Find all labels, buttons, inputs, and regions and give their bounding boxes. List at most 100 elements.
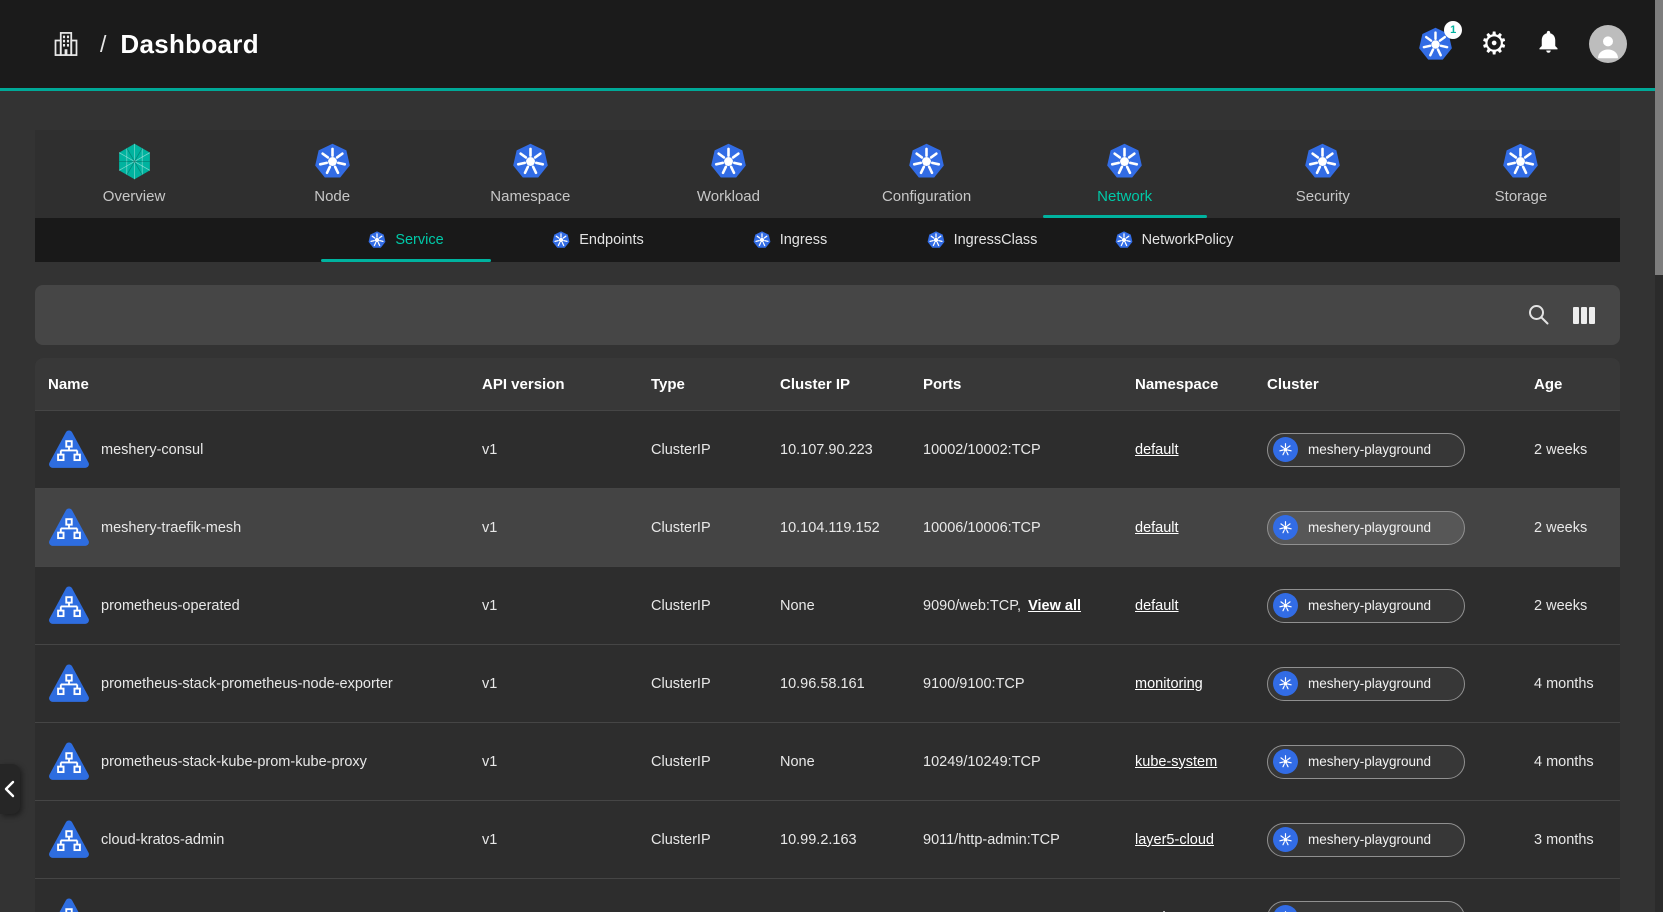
table-row[interactable]: prometheus-operated v1 ClusterIP None 90… <box>35 566 1620 644</box>
kubernetes-context-button[interactable]: 1 <box>1418 27 1453 62</box>
kubernetes-icon <box>1273 437 1298 462</box>
cluster-ip-value: 10.104.119.152 <box>780 520 923 536</box>
table-row[interactable]: prometheus-stack-prometheus-node-exporte… <box>35 644 1620 722</box>
service-icon <box>48 585 90 627</box>
view-all-link[interactable]: View all <box>1028 598 1081 614</box>
appbar: / Dashboard 1 ⚙ <box>0 0 1663 91</box>
api-version-value: v1 <box>482 520 651 536</box>
api-version-value: v1 <box>482 832 651 848</box>
type-value: ClusterIP <box>651 520 780 536</box>
column-header-namespace[interactable]: Namespace <box>1135 376 1267 393</box>
tab-node[interactable]: Node <box>233 130 431 218</box>
column-header-api-version[interactable]: API version <box>482 376 651 393</box>
resource-tabs: Overview Node Namespace Workload Configu… <box>35 130 1620 218</box>
cluster-ip-value: 10.99.2.163 <box>780 832 923 848</box>
type-value: ClusterIP <box>651 442 780 458</box>
api-version-value: v1 <box>482 442 651 458</box>
subtab-service[interactable]: Service <box>310 218 502 262</box>
cluster-name: meshery-playground <box>1308 676 1431 691</box>
ports-value: 10249/10249:TCP <box>923 754 1041 770</box>
service-name: meshery-traefik-mesh <box>101 520 241 536</box>
context-count-badge: 1 <box>1444 21 1462 39</box>
subtab-endpoints[interactable]: Endpoints <box>502 218 694 262</box>
notifications-bell-icon[interactable] <box>1535 28 1562 60</box>
kubernetes-icon <box>1304 143 1341 180</box>
cluster-ip-value: None <box>780 598 923 614</box>
api-version-value: v1 <box>482 676 651 692</box>
cluster-chip[interactable]: meshery-playground <box>1267 667 1465 701</box>
api-version-value: v1 <box>482 598 651 614</box>
tab-storage[interactable]: Storage <box>1422 130 1620 218</box>
table-row[interactable]: prometheus-stack-kube-prom-kube-proxy v1… <box>35 722 1620 800</box>
column-header-age[interactable]: Age <box>1534 376 1620 393</box>
cluster-name: meshery-playground <box>1308 442 1431 457</box>
kubernetes-icon <box>368 231 386 249</box>
tab-network[interactable]: Network <box>1026 130 1224 218</box>
tab-label: Workload <box>697 188 760 205</box>
service-name: prometheus-stack-kube-prom-kube-proxy <box>101 754 367 770</box>
cluster-chip[interactable]: meshery-playground <box>1267 823 1465 857</box>
tab-workload[interactable]: Workload <box>629 130 827 218</box>
scrollbar-thumb[interactable] <box>1655 0 1663 275</box>
kubernetes-icon <box>753 231 771 249</box>
ports-value: 9100/9100:TCP <box>923 676 1025 692</box>
tab-overview[interactable]: Overview <box>35 130 233 218</box>
view-columns-icon[interactable] <box>1571 302 1597 328</box>
cluster-chip[interactable]: meshery-playground <box>1267 511 1465 545</box>
service-icon <box>48 819 90 861</box>
table-row[interactable]: cloud-kratos-admin v1 ClusterIP 10.99.2.… <box>35 800 1620 878</box>
cluster-chip[interactable]: meshery-playground <box>1267 589 1465 623</box>
kubernetes-icon <box>1273 905 1298 912</box>
table-row[interactable]: meshery meshery-playground <box>35 878 1620 912</box>
table-row[interactable]: meshery-traefik-mesh v1 ClusterIP 10.104… <box>35 488 1620 566</box>
table-header-row: Name API version Type Cluster IP Ports N… <box>35 358 1620 410</box>
namespace-link[interactable]: monitoring <box>1135 676 1203 692</box>
breadcrumb-separator: / <box>100 31 106 58</box>
column-header-name[interactable]: Name <box>48 376 482 393</box>
organization-building-icon[interactable] <box>52 28 80 60</box>
age-value: 3 months <box>1534 832 1620 848</box>
namespace-link[interactable]: default <box>1135 520 1179 536</box>
kubernetes-icon <box>1106 143 1143 180</box>
namespace-link[interactable]: default <box>1135 598 1179 614</box>
cluster-chip[interactable]: meshery-playground <box>1267 745 1465 779</box>
subtab-ingressclass[interactable]: IngressClass <box>886 218 1078 262</box>
table-toolbar <box>35 285 1620 345</box>
user-avatar[interactable] <box>1589 25 1627 63</box>
subtab-networkpolicy[interactable]: NetworkPolicy <box>1078 218 1270 262</box>
age-value: 4 months <box>1534 754 1620 770</box>
cluster-chip[interactable]: meshery-playground <box>1267 433 1465 467</box>
drawer-collapse-toggle[interactable] <box>0 764 20 814</box>
kubernetes-icon <box>908 143 945 180</box>
tab-label: Namespace <box>490 188 570 205</box>
cluster-chip[interactable]: meshery-playground <box>1267 901 1465 912</box>
column-header-cluster[interactable]: Cluster <box>1267 376 1534 393</box>
service-name: prometheus-operated <box>101 598 240 614</box>
service-name: prometheus-stack-prometheus-node-exporte… <box>101 676 393 692</box>
table-row[interactable]: meshery-consul v1 ClusterIP 10.107.90.22… <box>35 410 1620 488</box>
kubernetes-icon <box>552 231 570 249</box>
network-subtabs: Service Endpoints Ingress IngressClass N… <box>35 218 1620 262</box>
cluster-ip-value: 10.107.90.223 <box>780 442 923 458</box>
ports-value: 10006/10006:TCP <box>923 520 1041 536</box>
cluster-ip-value: 10.96.58.161 <box>780 676 923 692</box>
tab-security[interactable]: Security <box>1224 130 1422 218</box>
subtab-ingress[interactable]: Ingress <box>694 218 886 262</box>
kubernetes-icon <box>1273 593 1298 618</box>
column-header-type[interactable]: Type <box>651 376 780 393</box>
namespace-link[interactable]: layer5-cloud <box>1135 832 1214 848</box>
namespace-link[interactable]: kube-system <box>1135 754 1217 770</box>
age-value: 4 months <box>1534 676 1620 692</box>
namespace-link[interactable]: default <box>1135 442 1179 458</box>
settings-gear-icon[interactable]: ⚙ <box>1480 29 1508 60</box>
tab-namespace[interactable]: Namespace <box>431 130 629 218</box>
column-header-ports[interactable]: Ports <box>923 376 1135 393</box>
kubernetes-icon <box>1115 231 1133 249</box>
tab-configuration[interactable]: Configuration <box>828 130 1026 218</box>
search-icon[interactable] <box>1526 302 1552 328</box>
service-name: cloud-kratos-admin <box>101 832 224 848</box>
service-icon <box>48 663 90 705</box>
column-header-cluster-ip[interactable]: Cluster IP <box>780 376 923 393</box>
subtab-label: Endpoints <box>579 232 644 248</box>
kubernetes-icon <box>1273 671 1298 696</box>
